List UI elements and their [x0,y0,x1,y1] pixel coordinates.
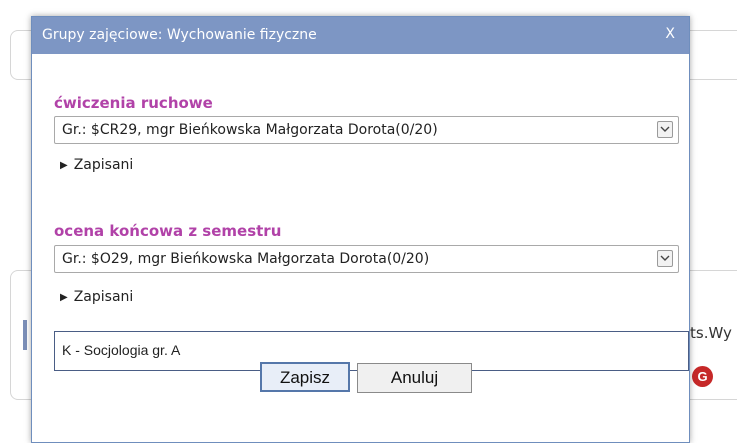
enrolled-toggle-label: Zapisani [73,289,134,305]
dialog-titlebar[interactable]: Grupy zajęciowe: Wychowanie fizyczne X [32,17,689,54]
section-label-final-grade: ocena końcowa z semestru [54,222,282,240]
close-button[interactable]: X [665,26,675,42]
enrolled-toggle-label: Zapisani [73,157,134,173]
disclosure-triangle-icon: ▶ [60,160,68,171]
section-label-exercises: ćwiczenia ruchowe [54,94,213,112]
background-accent-bar [23,320,27,350]
group-select-exercises[interactable]: Gr.: $CR29, mgr Bieńkowska Małgorzata Do… [54,116,679,144]
chevron-down-icon[interactable] [657,121,673,138]
group-select-value: Gr.: $CR29, mgr Bieńkowska Małgorzata Do… [62,122,438,138]
enrolled-toggle-exercises[interactable]: ▶ Zapisani [60,157,133,173]
group-select-final-grade[interactable]: Gr.: $O29, mgr Bieńkowska Małgorzata Dor… [54,245,679,273]
background-partial-text: ts.Wy [690,324,732,342]
group-selection-dialog: Grupy zajęciowe: Wychowanie fizyczne X ć… [31,16,690,443]
enrolled-toggle-final-grade[interactable]: ▶ Zapisani [60,289,133,305]
chevron-down-icon[interactable] [657,250,673,267]
disclosure-triangle-icon: ▶ [60,292,68,303]
cancel-button[interactable]: Anuluj [357,363,472,393]
group-select-value: Gr.: $O29, mgr Bieńkowska Małgorzata Dor… [62,251,430,267]
group-name-text: K - Socjologia gr. A [62,342,181,358]
save-button[interactable]: Zapisz [260,362,350,392]
google-icon[interactable]: G [692,366,713,387]
dialog-title: Grupy zajęciowe: Wychowanie fizyczne [42,27,317,43]
